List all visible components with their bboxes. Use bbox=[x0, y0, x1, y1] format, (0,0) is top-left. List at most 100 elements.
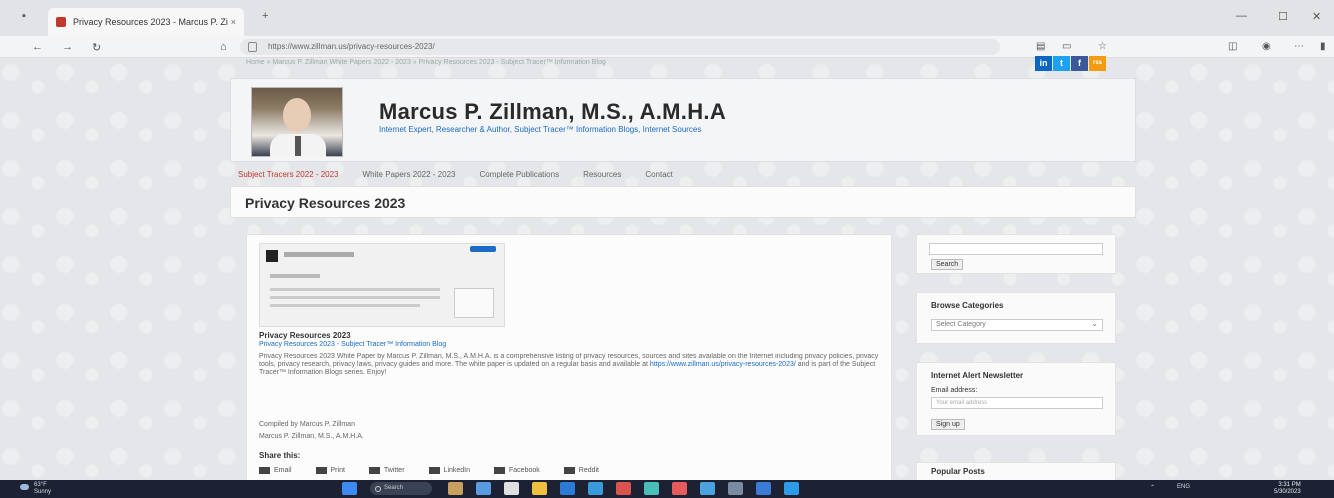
file-explorer-icon[interactable] bbox=[532, 482, 547, 495]
twitter-icon bbox=[368, 467, 380, 474]
linkedin-icon[interactable]: in bbox=[1035, 56, 1052, 71]
menu-item-contact[interactable]: Contact bbox=[633, 166, 685, 184]
app-icon[interactable] bbox=[448, 482, 463, 495]
edge-icon[interactable] bbox=[560, 482, 575, 495]
share-facebook-button[interactable]: Facebook bbox=[494, 467, 540, 474]
signup-button[interactable]: Sign up bbox=[931, 419, 965, 430]
category-select[interactable]: Select Category bbox=[931, 319, 1103, 331]
app-icon[interactable] bbox=[504, 482, 519, 495]
site-favicon-icon bbox=[56, 17, 66, 27]
post-thumbnail[interactable] bbox=[259, 243, 505, 327]
share-label: LinkedIn bbox=[443, 467, 471, 474]
app-icon[interactable] bbox=[616, 482, 631, 495]
back-icon[interactable]: ← bbox=[32, 41, 43, 53]
browser-window: ▪ Privacy Resources 2023 - Marcus P. Zi … bbox=[0, 0, 1334, 480]
email-icon bbox=[259, 467, 270, 474]
taskbar: 63°F Sunny Search ⌃ ENG 3:31 PM 5/30/202… bbox=[0, 480, 1334, 498]
post-body: Privacy Resources 2023 White Paper by Ma… bbox=[259, 353, 883, 413]
taskbar-search[interactable]: Search bbox=[370, 482, 432, 495]
site-title[interactable]: Marcus P. Zillman, M.S., A.M.H.A bbox=[379, 99, 726, 125]
menu-item-publications[interactable]: Complete Publications bbox=[467, 166, 571, 184]
breadcrumb: Home » Marcus P. Zillman White Papers 20… bbox=[246, 59, 606, 66]
share-twitter-button[interactable]: Twitter bbox=[368, 467, 405, 474]
site-subtitle[interactable]: Internet Expert, Researcher & Author, Su… bbox=[379, 125, 701, 134]
share-reddit-button[interactable]: Reddit bbox=[563, 467, 599, 474]
menu-item-white-papers[interactable]: White Papers 2022 - 2023 bbox=[351, 166, 468, 184]
thumbnail-line bbox=[270, 296, 440, 299]
app-icon[interactable] bbox=[476, 482, 491, 495]
facebook-icon bbox=[494, 467, 506, 474]
twitter-icon[interactable]: t bbox=[1053, 56, 1070, 71]
thumbnail-line bbox=[270, 274, 320, 278]
sidebar: Search Browse Categories Select Category… bbox=[916, 234, 1116, 480]
app-icon[interactable] bbox=[756, 482, 771, 495]
active-tab[interactable]: Privacy Resources 2023 - Marcus P. Zi × bbox=[48, 8, 244, 36]
language-indicator[interactable]: ENG bbox=[1177, 484, 1190, 491]
email-label: Email address: bbox=[931, 387, 978, 394]
share-email-button[interactable]: Email bbox=[259, 467, 292, 474]
home-icon[interactable]: ⌂ bbox=[220, 41, 227, 53]
author-portrait bbox=[251, 87, 343, 158]
share-linkedin-button[interactable]: LinkedIn bbox=[428, 467, 471, 474]
page-title: Privacy Resources 2023 bbox=[245, 195, 406, 211]
settings-icon[interactable]: ⋯ bbox=[1294, 41, 1304, 52]
social-links: in t f rss bbox=[1034, 56, 1106, 71]
app-icon[interactable] bbox=[588, 482, 603, 495]
post-title: Privacy Resources 2023 bbox=[259, 331, 351, 340]
main-menu: Subject Tracers 2022 - 2023 White Papers… bbox=[226, 166, 1136, 184]
address-bar[interactable]: https://www.zillman.us/privacy-resources… bbox=[240, 39, 1000, 55]
system-tray[interactable]: ⌃ ENG bbox=[1150, 484, 1190, 491]
weather-widget[interactable]: 63°F Sunny bbox=[20, 482, 52, 496]
thumbnail-button bbox=[470, 246, 496, 252]
close-window-icon[interactable]: ✕ bbox=[1312, 10, 1321, 23]
print-icon bbox=[315, 467, 327, 474]
browser-menu-icon[interactable]: ▪ bbox=[22, 10, 26, 22]
tray-chevron-icon[interactable]: ⌃ bbox=[1150, 484, 1155, 491]
portrait-face bbox=[283, 98, 311, 132]
app-icon[interactable] bbox=[784, 482, 799, 495]
app-icon[interactable] bbox=[728, 482, 743, 495]
app-icon[interactable] bbox=[672, 482, 687, 495]
address-toolbar: ← → ↻ ⌂ https://www.zillman.us/privacy-r… bbox=[0, 36, 1334, 58]
app-icon[interactable] bbox=[644, 482, 659, 495]
reader-icon[interactable]: ▤ bbox=[1036, 41, 1045, 52]
new-tab-icon[interactable]: + bbox=[262, 10, 268, 22]
taskbar-apps: Search bbox=[342, 482, 812, 495]
reload-icon[interactable]: ↻ bbox=[92, 41, 101, 54]
sidebar-toggle-icon[interactable]: ▮ bbox=[1320, 41, 1326, 52]
favorites-icon[interactable]: ☆ bbox=[1098, 41, 1107, 52]
minimize-icon[interactable]: — bbox=[1236, 10, 1247, 22]
tab-close-icon[interactable]: × bbox=[231, 17, 236, 27]
maximize-icon[interactable]: ☐ bbox=[1278, 10, 1288, 23]
popular-posts-heading: Popular Posts bbox=[931, 467, 985, 476]
menu-item-subject-tracers[interactable]: Subject Tracers 2022 - 2023 bbox=[226, 166, 351, 184]
email-field[interactable]: Your email address bbox=[931, 397, 1103, 409]
app-icon[interactable] bbox=[700, 482, 715, 495]
extension-icon[interactable]: ▭ bbox=[1062, 41, 1071, 52]
search-widget: Search bbox=[916, 234, 1116, 274]
rss-icon[interactable]: rss bbox=[1089, 56, 1106, 71]
webpage: Home » Marcus P. Zillman White Papers 20… bbox=[0, 56, 1334, 480]
post-subtitle-link[interactable]: Privacy Resources 2023 - Subject Tracer™… bbox=[259, 341, 446, 348]
post-article: Privacy Resources 2023 Privacy Resources… bbox=[246, 234, 892, 480]
search-input[interactable] bbox=[929, 243, 1103, 255]
lock-icon bbox=[248, 42, 257, 52]
weather-temp: 63°F bbox=[34, 482, 47, 488]
post-body-link[interactable]: https://www.zillman.us/privacy-resources… bbox=[650, 361, 796, 368]
share-label: Twitter bbox=[383, 467, 405, 474]
share-buttons: Email Print Twitter LinkedIn Facebook Re… bbox=[259, 467, 623, 474]
menu-item-resources[interactable]: Resources bbox=[571, 166, 633, 184]
page-title-bar: Privacy Resources 2023 bbox=[230, 186, 1136, 218]
profile-icon[interactable]: ◉ bbox=[1262, 41, 1271, 52]
share-print-button[interactable]: Print bbox=[315, 467, 345, 474]
reddit-icon bbox=[563, 467, 575, 474]
facebook-icon[interactable]: f bbox=[1071, 56, 1088, 71]
search-button[interactable]: Search bbox=[931, 259, 964, 270]
forward-icon[interactable]: → bbox=[62, 41, 73, 53]
collections-icon[interactable]: ◫ bbox=[1228, 41, 1237, 52]
clock[interactable]: 3:31 PM 5/30/2023 bbox=[1274, 482, 1301, 496]
thumbnail-line bbox=[284, 252, 354, 257]
start-icon[interactable] bbox=[342, 482, 357, 495]
portrait-tie bbox=[295, 136, 301, 156]
weather-condition: Sunny bbox=[34, 489, 52, 495]
